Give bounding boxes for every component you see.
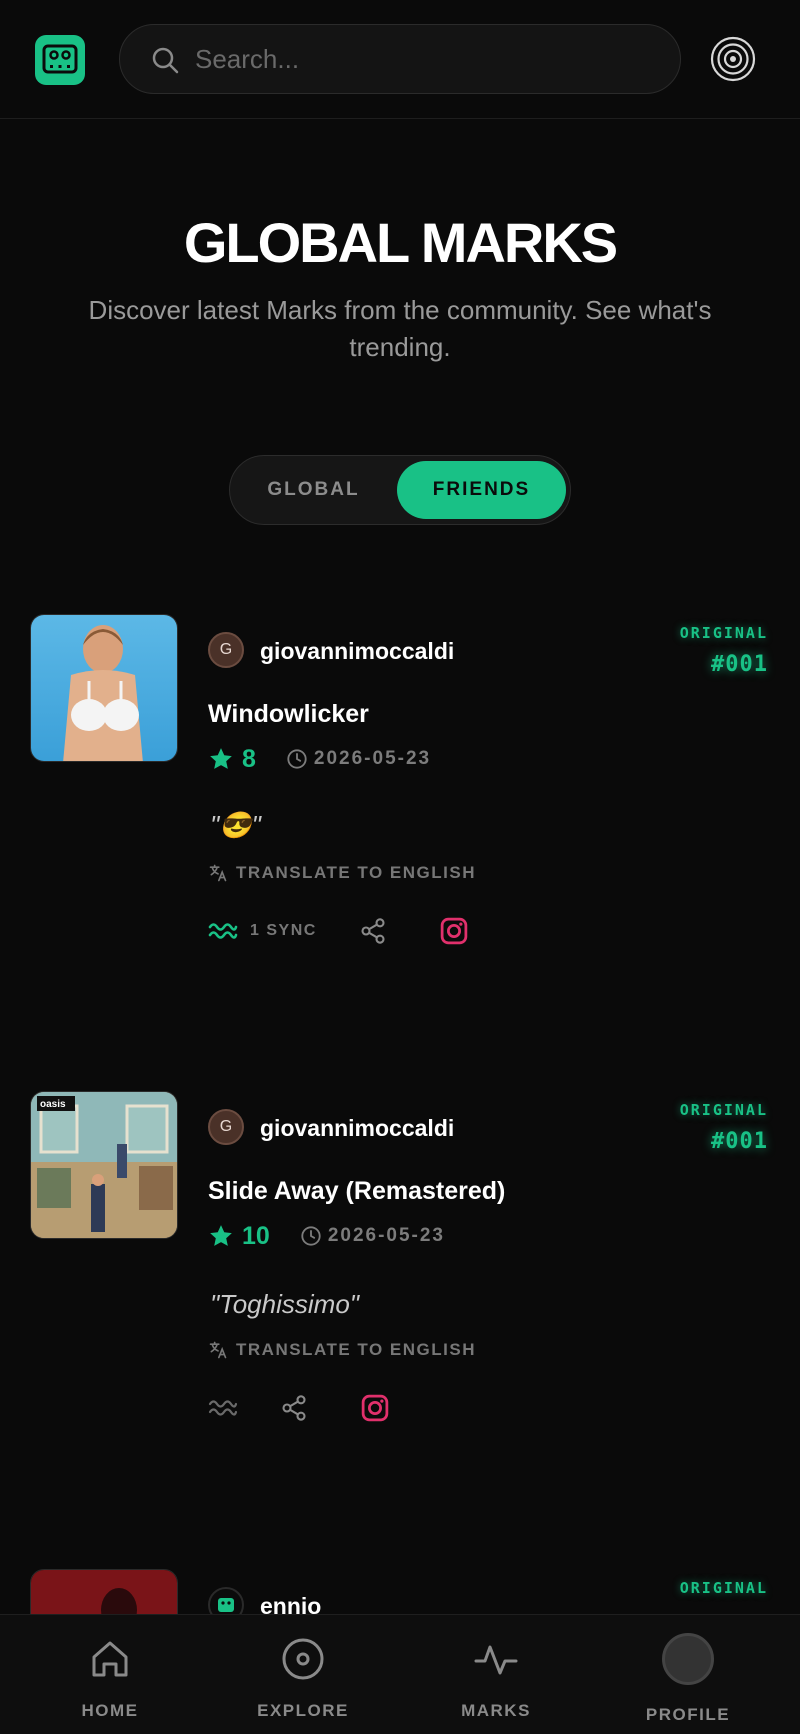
radar-icon[interactable] bbox=[710, 36, 756, 82]
rating-value: 10 bbox=[242, 1221, 270, 1250]
nav-profile-label: PROFILE bbox=[645, 1705, 731, 1724]
page-subtitle: Discover latest Marks from the community… bbox=[88, 295, 712, 362]
avatar-letter: G bbox=[219, 641, 233, 658]
search-input[interactable] bbox=[195, 37, 655, 81]
app-root: GLOBAL MARKS Discover latest Marks from … bbox=[0, 0, 800, 1734]
user-avatar[interactable]: G bbox=[208, 1109, 244, 1145]
sync-wave-icon[interactable] bbox=[208, 1396, 238, 1420]
mark-date: 2026-05-23 bbox=[313, 748, 432, 769]
original-badge: ORIGINAL bbox=[679, 624, 768, 642]
song-title[interactable]: Slide Away (Remastered) bbox=[208, 1177, 505, 1206]
app-logo-icon[interactable] bbox=[35, 35, 85, 85]
feed-toggle: GLOBAL FRIENDS bbox=[229, 455, 571, 525]
instagram-icon[interactable] bbox=[360, 1393, 390, 1423]
rating-value: 8 bbox=[242, 744, 256, 773]
mark-quote: "Toghissimo" bbox=[210, 1289, 360, 1319]
top-bar bbox=[0, 0, 800, 119]
toggle-friends[interactable]: FRIENDS bbox=[397, 461, 566, 519]
nav-marks[interactable]: MARKS bbox=[396, 1615, 596, 1734]
mark-date: 2026-05-23 bbox=[327, 1225, 446, 1246]
search-bar[interactable] bbox=[119, 24, 681, 94]
username[interactable]: giovannimoccaldi bbox=[260, 1115, 454, 1142]
username[interactable]: giovannimoccaldi bbox=[260, 638, 454, 665]
mark-actions: 1 SYNC bbox=[208, 914, 469, 948]
original-badge: ORIGINAL bbox=[679, 1579, 768, 1597]
nav-profile[interactable]: PROFILE bbox=[588, 1615, 788, 1734]
bottom-nav: HOME EXPLORE MARKS PROFILE bbox=[0, 1614, 800, 1734]
album-cover[interactable] bbox=[30, 614, 178, 762]
star-icon bbox=[210, 748, 232, 769]
pulse-icon bbox=[474, 1645, 518, 1675]
nav-marks-label: MARKS bbox=[461, 1701, 531, 1720]
mark-meta: 8 2026-05-23 bbox=[208, 744, 431, 774]
album-cover[interactable]: oasis bbox=[30, 1091, 178, 1239]
share-icon[interactable] bbox=[280, 1394, 308, 1422]
toggle-global[interactable]: GLOBAL bbox=[236, 461, 391, 519]
cover-oasis-text: oasis bbox=[40, 1099, 66, 1110]
explore-icon bbox=[282, 1638, 324, 1680]
nav-explore[interactable]: EXPLORE bbox=[203, 1615, 403, 1734]
nav-home[interactable]: HOME bbox=[10, 1615, 210, 1734]
sync-count[interactable]: 1 SYNC bbox=[250, 922, 317, 940]
instagram-icon[interactable] bbox=[439, 916, 469, 946]
user-avatar[interactable]: G bbox=[208, 632, 244, 668]
clock-icon bbox=[287, 749, 307, 769]
nav-explore-label: EXPLORE bbox=[257, 1701, 349, 1720]
avatar-letter: G bbox=[219, 1118, 233, 1135]
clock-icon bbox=[301, 1226, 321, 1246]
mark-meta: 10 2026-05-23 bbox=[208, 1221, 445, 1251]
translate-label: TRANSLATE TO ENGLISH bbox=[236, 1340, 476, 1359]
translate-icon bbox=[209, 1341, 227, 1359]
page-title: GLOBAL MARKS bbox=[183, 211, 618, 274]
app-logo-icon bbox=[218, 1598, 234, 1612]
translate-button[interactable]: TRANSLATE TO ENGLISH bbox=[208, 1338, 476, 1362]
song-title[interactable]: Windowlicker bbox=[208, 700, 369, 729]
profile-avatar bbox=[662, 1633, 714, 1685]
share-icon[interactable] bbox=[359, 917, 387, 945]
translate-label: TRANSLATE TO ENGLISH bbox=[236, 863, 476, 882]
translate-icon bbox=[209, 864, 227, 882]
mark-number: #001 bbox=[711, 652, 768, 677]
search-icon bbox=[152, 47, 179, 74]
mark-quote: "😎" bbox=[210, 810, 261, 840]
nav-home-label: HOME bbox=[81, 1701, 139, 1720]
original-badge: ORIGINAL bbox=[679, 1101, 768, 1119]
sync-wave-icon[interactable] bbox=[208, 919, 238, 943]
mark-actions bbox=[208, 1391, 390, 1425]
translate-button[interactable]: TRANSLATE TO ENGLISH bbox=[208, 861, 476, 885]
home-icon bbox=[92, 1641, 128, 1677]
star-icon bbox=[210, 1225, 232, 1246]
mark-number: #001 bbox=[711, 1129, 768, 1154]
